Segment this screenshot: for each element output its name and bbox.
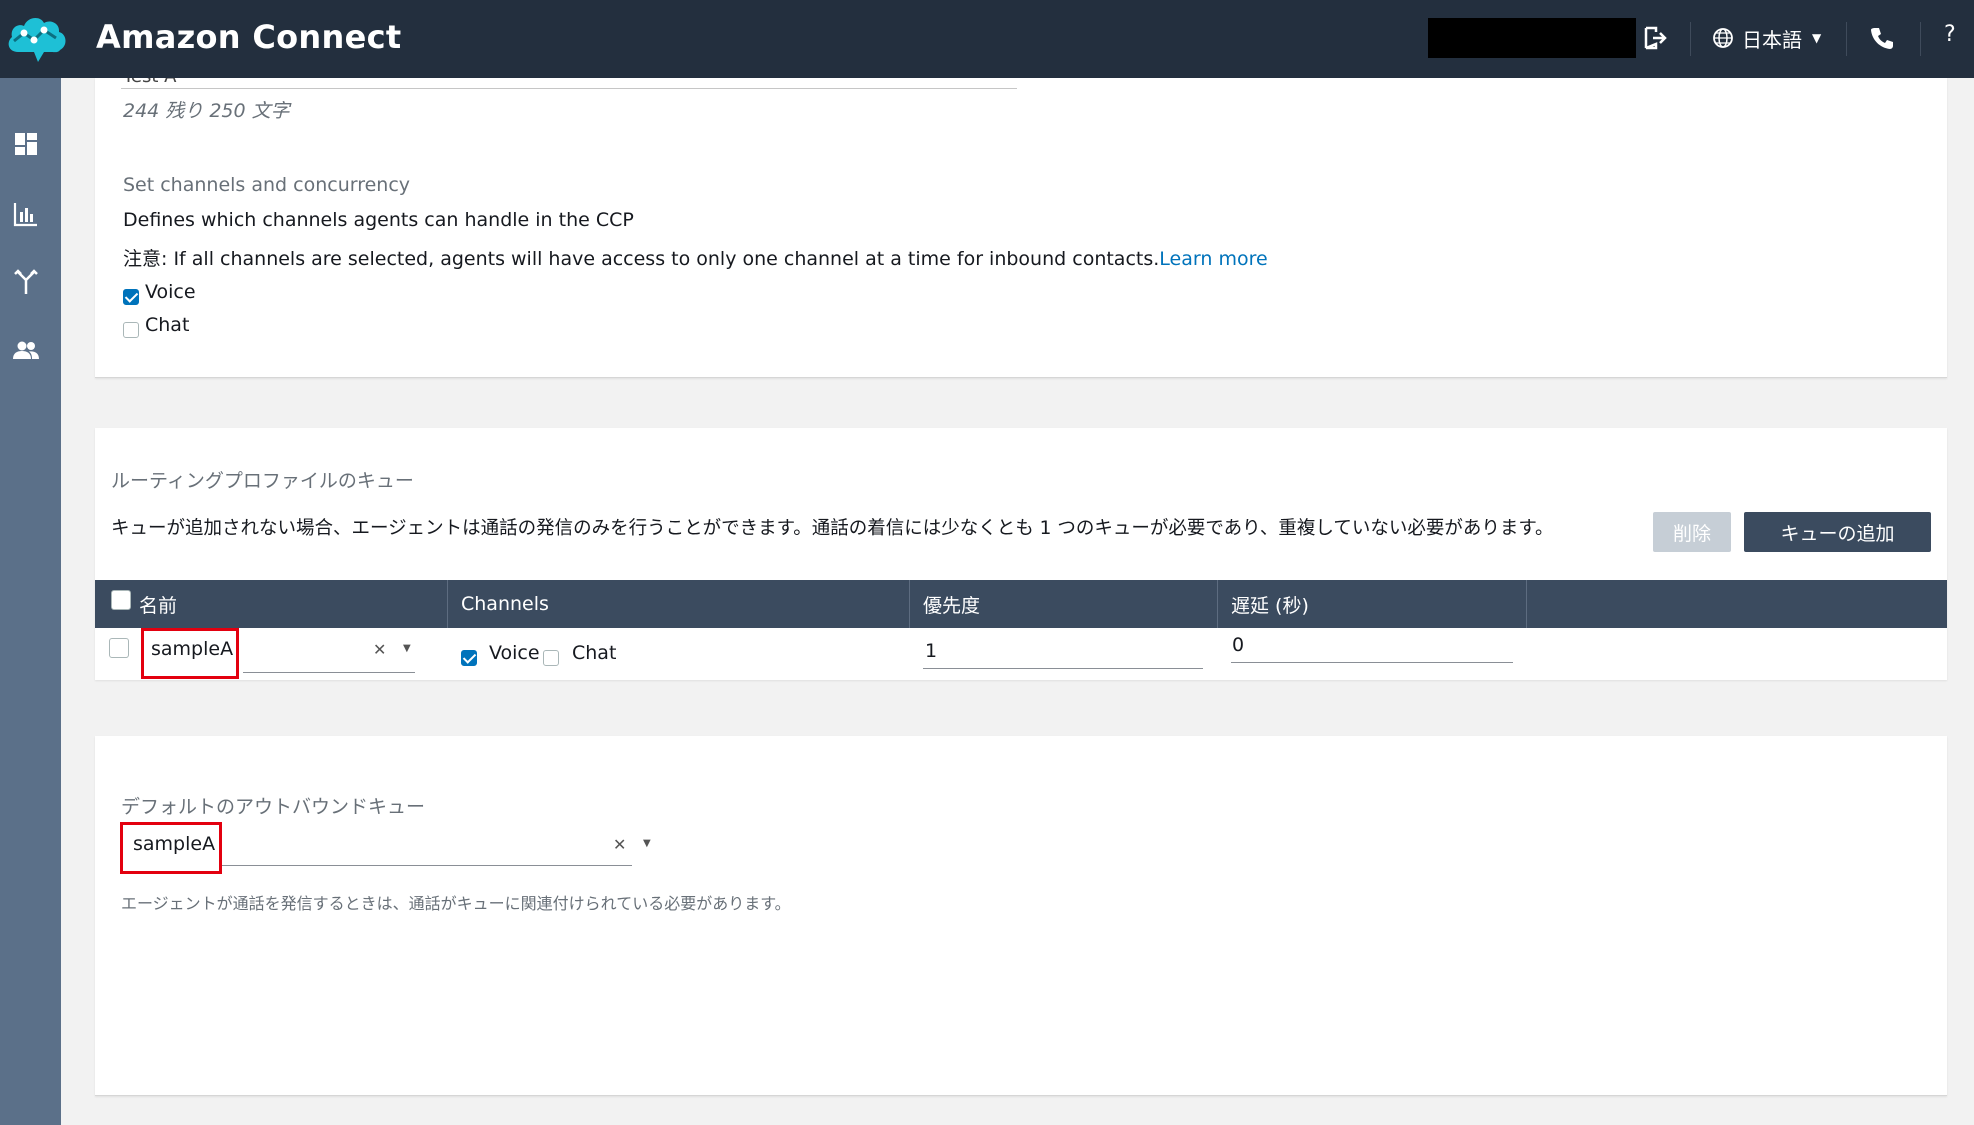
clear-icon[interactable]: ✕: [373, 640, 386, 659]
table-row: sampleA ✕ ▼ Voice Chat 1 0: [95, 628, 1947, 680]
add-queue-button[interactable]: キューの追加: [1744, 512, 1931, 552]
topbar-divider: [1920, 22, 1921, 56]
chat-label: Chat: [145, 314, 190, 336]
users-icon[interactable]: [12, 336, 40, 364]
column-separator: [1526, 580, 1527, 628]
language-label: 日本語: [1742, 27, 1802, 52]
priority-input[interactable]: 1: [925, 640, 937, 662]
metrics-icon[interactable]: [12, 200, 40, 228]
table-header: 名前 Channels 優先度 遅延 (秒): [95, 580, 1947, 628]
chevron-down-icon: ▼: [1812, 31, 1822, 45]
channels-description: Defines which channels agents can handle…: [123, 209, 634, 231]
note-text: If all channels are selected, agents wil…: [167, 248, 1160, 270]
priority-input-underline: [923, 668, 1203, 669]
learn-more-link[interactable]: Learn more: [1159, 248, 1267, 270]
app-title: Amazon Connect: [96, 18, 402, 56]
queues-description: キューが追加されない場合、エージェントは通話の発信のみを行うことができます。通話…: [111, 518, 1554, 539]
chevron-down-icon[interactable]: ▼: [403, 643, 411, 654]
row-checkbox[interactable]: [109, 638, 129, 658]
logout-icon[interactable]: [1642, 24, 1670, 52]
outbound-queue-select-value[interactable]: sampleA: [133, 833, 215, 855]
column-header-channels[interactable]: Channels: [461, 580, 549, 628]
topbar-divider: [1690, 22, 1691, 56]
phone-icon[interactable]: [1868, 24, 1896, 52]
outbound-queue-panel: デフォルトのアウトバウンドキュー sampleA ✕ ▼ エージェントが通話を発…: [95, 736, 1947, 1096]
delete-button[interactable]: 削除: [1653, 512, 1731, 552]
row-chat-checkbox[interactable]: [543, 650, 559, 666]
clear-icon[interactable]: ✕: [613, 835, 626, 854]
column-separator: [447, 580, 448, 628]
help-button[interactable]: ?: [1944, 22, 1956, 47]
column-separator: [909, 580, 910, 628]
description-input-underline: [121, 88, 1017, 89]
column-header-priority[interactable]: 優先度: [923, 580, 980, 628]
amazon-connect-logo-icon[interactable]: [4, 8, 72, 66]
queues-panel: ルーティングプロファイルのキュー キューが追加されない場合、エージェントは通話の…: [95, 428, 1947, 680]
queue-name-select-value[interactable]: sampleA: [151, 638, 233, 660]
redacted-user-box: [1428, 18, 1636, 58]
routing-icon[interactable]: [12, 268, 40, 296]
language-selector[interactable]: 日本語 ▼: [1712, 22, 1821, 54]
queues-title: ルーティングプロファイルのキュー: [111, 470, 414, 492]
outbound-queue-help: エージェントが通話を発信するときは、通話がキューに関連付けられている必要がありま…: [121, 894, 791, 913]
row-voice-label: Voice: [489, 642, 540, 664]
chat-checkbox[interactable]: [123, 322, 139, 338]
note-prefix: 注意:: [123, 248, 168, 270]
outbound-queue-title: デフォルトのアウトバウンドキュー: [121, 796, 426, 818]
voice-checkbox[interactable]: [123, 289, 139, 305]
delay-input[interactable]: 0: [1232, 634, 1244, 656]
globe-icon: [1713, 28, 1733, 48]
select-all-checkbox[interactable]: [111, 590, 131, 610]
delay-input-underline: [1231, 662, 1513, 663]
column-header-name[interactable]: 名前: [139, 580, 177, 628]
column-header-delay[interactable]: 遅延 (秒): [1231, 580, 1309, 628]
column-separator: [1217, 580, 1218, 628]
row-chat-label: Chat: [572, 642, 617, 664]
chevron-down-icon[interactable]: ▼: [643, 838, 651, 849]
channels-panel: Test A 244 残り 250 文字 Set channels and co…: [95, 78, 1947, 378]
voice-label: Voice: [145, 281, 196, 303]
dashboard-icon[interactable]: [12, 130, 40, 158]
top-bar: Amazon Connect 日本語 ▼ ?: [0, 0, 1974, 78]
channels-section-label: Set channels and concurrency: [123, 174, 411, 196]
row-voice-checkbox[interactable]: [461, 650, 477, 666]
sidebar: [0, 78, 61, 1125]
topbar-divider: [1846, 22, 1847, 56]
outbound-queue-select-underline: [222, 865, 632, 866]
queue-name-select-underline: [243, 672, 415, 673]
char-count: 244 残り 250 文字: [123, 100, 290, 122]
channels-note: 注意: If all channels are selected, agents…: [123, 244, 1268, 271]
